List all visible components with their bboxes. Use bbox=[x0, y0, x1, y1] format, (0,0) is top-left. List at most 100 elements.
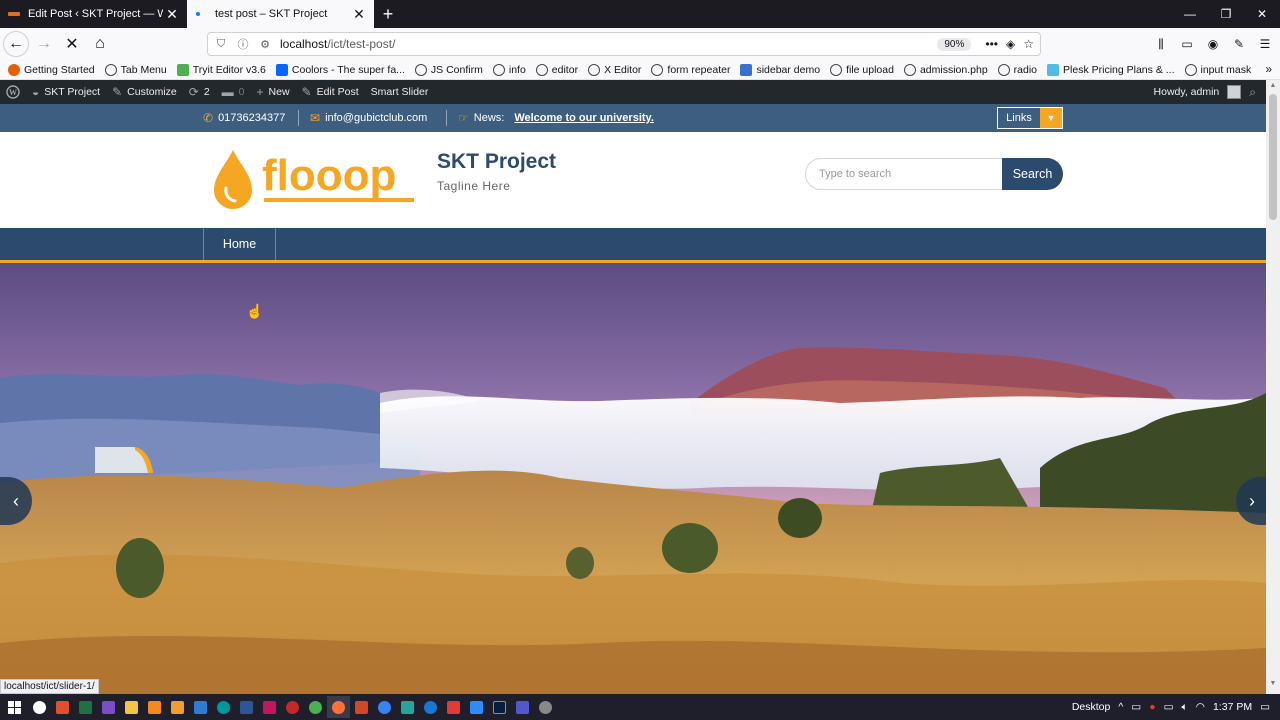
zoom-icon[interactable] bbox=[465, 696, 488, 718]
record-icon[interactable]: ● bbox=[1149, 701, 1155, 713]
wp-updates[interactable]: ⟳ 2 bbox=[189, 85, 210, 99]
wp-site-name[interactable]: ◒ SKT Project bbox=[32, 85, 100, 99]
start-button[interactable] bbox=[0, 696, 28, 718]
excel-icon[interactable] bbox=[74, 696, 97, 718]
address-bar[interactable]: ⛉ ⓘ ⚙ localhost/ict/test-post/ 90% ••• ◈… bbox=[207, 32, 1041, 56]
bookmark-item[interactable]: sidebar demo bbox=[740, 63, 820, 76]
news-link[interactable]: Welcome to our university. bbox=[514, 112, 654, 124]
arduino-icon[interactable] bbox=[212, 696, 235, 718]
wifi-icon[interactable]: ◠ bbox=[1196, 701, 1205, 713]
bookmark-item[interactable]: JS Confirm bbox=[414, 63, 483, 76]
svg-text:W: W bbox=[9, 88, 17, 97]
xampp-icon[interactable] bbox=[143, 696, 166, 718]
stop-loading-button[interactable]: ✕ bbox=[59, 31, 85, 57]
close-tab-icon[interactable]: ✕ bbox=[163, 5, 181, 23]
app-pink-icon[interactable] bbox=[258, 696, 281, 718]
bookmark-item[interactable]: Coolors - The super fa... bbox=[275, 63, 405, 76]
search-input[interactable] bbox=[805, 158, 1015, 190]
app-gear-icon[interactable] bbox=[534, 696, 557, 718]
bookmark-item[interactable]: editor bbox=[535, 63, 578, 76]
youtube-icon[interactable] bbox=[442, 696, 465, 718]
file-explorer-icon[interactable] bbox=[120, 696, 143, 718]
bookmark-item[interactable]: Tab Menu bbox=[104, 63, 167, 76]
clock[interactable]: 1:37 PM bbox=[1213, 701, 1252, 713]
app-grid-icon[interactable] bbox=[97, 696, 120, 718]
notifications-icon[interactable]: ▭ bbox=[1260, 701, 1270, 713]
wp-smart-slider[interactable]: Smart Slider bbox=[371, 86, 429, 98]
menu-icon[interactable]: ☰ bbox=[1256, 33, 1274, 55]
wp-search-icon[interactable]: ⌕ bbox=[1249, 85, 1256, 100]
bookmark-item[interactable]: X Editor bbox=[588, 63, 641, 76]
sidebar-icon[interactable]: ▭ bbox=[1178, 33, 1196, 55]
desktop-toolbar[interactable]: Desktop bbox=[1072, 701, 1111, 713]
firefox-icon[interactable] bbox=[327, 696, 350, 718]
teams-icon[interactable] bbox=[511, 696, 534, 718]
wp-logo-menu[interactable]: W bbox=[6, 85, 20, 99]
wp-edit-post[interactable]: ✎ Edit Post bbox=[302, 85, 359, 99]
tray-app-icon[interactable]: ▭ bbox=[1131, 701, 1141, 713]
links-dropdown-button[interactable]: Links ▼ bbox=[997, 107, 1063, 129]
app-globe-icon[interactable] bbox=[373, 696, 396, 718]
menu-item-home[interactable]: Home bbox=[203, 228, 276, 260]
scroll-up-icon[interactable]: ▲ bbox=[1266, 82, 1280, 94]
close-window-icon[interactable]: ✕ bbox=[1244, 0, 1280, 28]
wp-new[interactable]: + New bbox=[257, 85, 290, 99]
compass-app-icon[interactable] bbox=[28, 696, 51, 718]
forward-button[interactable]: → bbox=[31, 31, 57, 57]
bookmark-item[interactable]: Tryit Editor v3.6 bbox=[176, 63, 266, 76]
hero-slider-image[interactable] bbox=[0, 263, 1266, 694]
app-circle-icon[interactable] bbox=[419, 696, 442, 718]
home-button[interactable]: ⌂ bbox=[87, 31, 113, 57]
bookmark-item[interactable]: info bbox=[492, 63, 526, 76]
close-tab-icon[interactable]: ✕ bbox=[350, 5, 368, 23]
bookmark-item[interactable]: input mask bbox=[1184, 63, 1251, 76]
bookmark-star-icon[interactable]: ☆ bbox=[1023, 37, 1034, 51]
email-info[interactable]: ✉ info@gubictclub.com bbox=[310, 104, 427, 132]
url-text[interactable]: localhost/ict/test-post/ bbox=[280, 37, 937, 51]
wp-greeting[interactable]: Howdy, admin bbox=[1154, 86, 1220, 98]
new-tab-button[interactable]: + bbox=[374, 0, 402, 28]
avatar[interactable] bbox=[1227, 85, 1242, 99]
extensions-icon[interactable]: ✎ bbox=[1230, 33, 1248, 55]
network-icon[interactable]: ▭ bbox=[1164, 701, 1174, 713]
library-icon[interactable]: ⫼ bbox=[1152, 33, 1170, 55]
app-red-icon[interactable] bbox=[51, 696, 74, 718]
bookmark-item[interactable]: radio bbox=[997, 63, 1037, 76]
app-blue-icon[interactable] bbox=[189, 696, 212, 718]
app-record-icon[interactable] bbox=[281, 696, 304, 718]
bookmark-item[interactable]: file upload bbox=[830, 63, 894, 76]
tab-test-post[interactable]: test post – SKT Project ✕ bbox=[187, 0, 374, 28]
site-logo[interactable]: flooop bbox=[212, 148, 422, 210]
app-cyan-icon[interactable] bbox=[396, 696, 419, 718]
wp-comments[interactable]: ▬ 0 bbox=[222, 85, 245, 99]
sublime-icon[interactable] bbox=[166, 696, 189, 718]
permissions-icon[interactable]: ⚙ bbox=[256, 35, 274, 53]
bookmark-item[interactable]: Getting Started bbox=[8, 63, 95, 76]
back-button[interactable]: ← bbox=[3, 31, 29, 57]
chevron-up-icon[interactable]: ^ bbox=[1118, 701, 1123, 713]
account-icon[interactable]: ◉ bbox=[1204, 33, 1222, 55]
page-scrollbar[interactable]: ▲ ▼ bbox=[1266, 80, 1280, 694]
shield-icon[interactable]: ⛉ bbox=[212, 35, 230, 53]
scrollbar-thumb[interactable] bbox=[1269, 94, 1277, 220]
minimize-icon[interactable]: — bbox=[1172, 0, 1208, 28]
powerpoint-icon[interactable] bbox=[350, 696, 373, 718]
bookmark-item[interactable]: Plesk Pricing Plans & ... bbox=[1047, 63, 1175, 76]
pocket-icon[interactable]: ◈ bbox=[1006, 37, 1015, 51]
site-info-icon[interactable]: ⓘ bbox=[234, 35, 252, 53]
bookmark-item[interactable]: form repeater bbox=[651, 63, 730, 76]
chrome-icon[interactable] bbox=[304, 696, 327, 718]
site-title[interactable]: SKT Project bbox=[437, 150, 556, 174]
tab-edit-post[interactable]: Edit Post ‹ SKT Project — Word ✕ bbox=[0, 0, 187, 28]
restore-icon[interactable]: ❐ bbox=[1208, 0, 1244, 28]
photoshop-icon[interactable] bbox=[488, 696, 511, 718]
zoom-level-badge[interactable]: 90% bbox=[937, 37, 972, 51]
wp-customize[interactable]: ✎ Customize bbox=[112, 85, 177, 99]
volume-icon[interactable]: 🔈︎ bbox=[1181, 701, 1187, 714]
bookmark-item[interactable]: admission.php bbox=[903, 63, 988, 76]
scroll-down-icon[interactable]: ▼ bbox=[1266, 680, 1280, 692]
page-actions-icon[interactable]: ••• bbox=[985, 37, 998, 51]
word-icon[interactable] bbox=[235, 696, 258, 718]
search-button[interactable]: Search bbox=[1002, 158, 1063, 190]
bookmarks-overflow-icon[interactable]: » bbox=[1265, 62, 1272, 76]
